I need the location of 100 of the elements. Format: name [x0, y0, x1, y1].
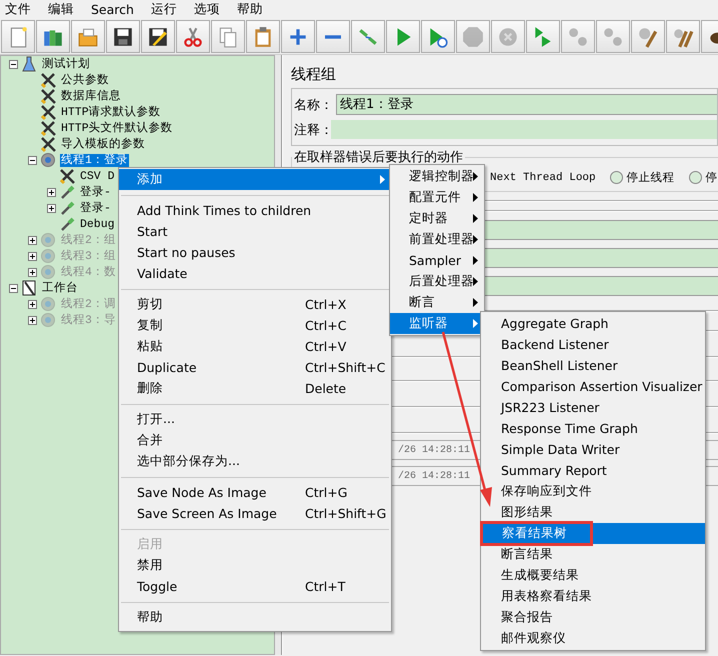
menu-item[interactable]: Toggle Ctrl+T: [119, 576, 391, 597]
new-file-button[interactable]: [1, 20, 35, 53]
submenu-arrow-icon: [473, 298, 478, 307]
menu-item[interactable]: 断言: [390, 292, 484, 313]
templates-button[interactable]: [36, 20, 70, 53]
tree-item[interactable]: CSV D: [79, 170, 116, 182]
menu-item[interactable]: Aggregate Graph: [481, 313, 705, 334]
menu-bar-item[interactable]: 帮助: [236, 1, 263, 18]
brooms-button[interactable]: [666, 20, 700, 53]
workbench-icon: [21, 280, 37, 296]
menu-item[interactable]: Save Node As Image Ctrl+G: [119, 482, 391, 503]
menu-item[interactable]: 聚合报告: [481, 607, 705, 628]
tree-item[interactable]: 登录-: [79, 186, 112, 198]
menu-item[interactable]: 前置处理器: [390, 229, 484, 250]
menu-item[interactable]: 察看结果树: [482, 523, 705, 544]
tree-item[interactable]: 导入模板的参数: [60, 138, 146, 150]
menu-item[interactable]: Backend Listener: [481, 334, 705, 355]
save-as-icon: [147, 26, 169, 48]
menu-item[interactable]: Summary Report: [481, 460, 705, 481]
radio-label: Next Thread Loop: [490, 172, 596, 184]
menu-item[interactable]: 剪切 Ctrl+X: [119, 294, 391, 315]
menu-item[interactable]: Comparison Assertion Visualizer: [481, 376, 705, 397]
shortcut-label: Ctrl+G: [305, 485, 348, 500]
menu-item[interactable]: Save Screen As Image Ctrl+Shift+G: [119, 503, 391, 524]
menu-item[interactable]: 复制 Ctrl+C: [119, 315, 391, 336]
submenu-arrow-icon: [473, 277, 478, 286]
tree-item[interactable]: 登录-: [79, 202, 112, 214]
menu-item[interactable]: 后置处理器: [390, 271, 484, 292]
menu-item[interactable]: 保存响应到文件: [481, 481, 705, 502]
menu-item[interactable]: 图形结果: [481, 502, 705, 523]
collapse-icon[interactable]: [9, 60, 18, 68]
submenu-arrow-icon: [473, 319, 478, 328]
open-folder-button[interactable]: [71, 20, 105, 53]
timestamp: /26 14:28:11: [398, 470, 470, 482]
toggle-button[interactable]: [351, 20, 385, 53]
radio-button[interactable]: [610, 171, 623, 184]
menu-item[interactable]: 帮助: [119, 607, 391, 628]
scissors-button[interactable]: [176, 20, 210, 53]
expand-icon[interactable]: [47, 204, 56, 212]
broom-icon: [637, 26, 659, 48]
tree-item[interactable]: Debug: [79, 218, 116, 230]
menu-bar-item[interactable]: 文件: [5, 1, 31, 18]
menu-item[interactable]: 粘贴 Ctrl+V: [119, 336, 391, 357]
menu-item[interactable]: 打开...: [119, 409, 391, 430]
menu-item[interactable]: 配置元件: [390, 187, 484, 208]
menu-item[interactable]: Simple Data Writer: [481, 439, 705, 460]
menu-item[interactable]: 用表格察看结果: [481, 586, 705, 607]
menu-item[interactable]: Add Think Times to children: [119, 200, 391, 221]
tree-item[interactable]: 公共参数: [60, 74, 110, 86]
tree-item[interactable]: HTTP请求默认参数: [60, 106, 162, 118]
thread-icon: [40, 248, 56, 264]
menu-item[interactable]: 邮件观察仪: [481, 628, 705, 649]
save-as-button[interactable]: [141, 20, 175, 53]
sampler-icon: [59, 216, 75, 232]
menu-item[interactable]: Duplicate Ctrl+Shift+C: [119, 357, 391, 378]
name-field[interactable]: 线程1：登录: [336, 94, 717, 115]
menu-item[interactable]: 生成概要结果: [481, 565, 705, 586]
broom-button[interactable]: [631, 20, 665, 53]
minus-button[interactable]: [316, 20, 350, 53]
menu-item[interactable]: 选中部分保存为...: [119, 451, 391, 472]
menu-item[interactable]: 删除 Delete: [119, 378, 391, 399]
tree-item[interactable]: 数据库信息: [60, 90, 122, 102]
paste-button[interactable]: [246, 20, 280, 53]
menu-item[interactable]: 定时器: [390, 208, 484, 229]
tree-item[interactable]: 工作台: [41, 282, 79, 294]
config-icon: [40, 88, 56, 104]
tree-item[interactable]: 测试计划: [41, 58, 91, 70]
plus-button[interactable]: [281, 20, 315, 53]
menu-item[interactable]: Response Time Graph: [481, 418, 705, 439]
menu-bar-item[interactable]: 编辑: [48, 1, 74, 18]
menu-bar-item[interactable]: 运行: [150, 1, 177, 18]
menu-item[interactable]: Start no pauses: [119, 242, 391, 263]
save-button[interactable]: [106, 20, 140, 53]
submenu-arrow-icon: [473, 193, 478, 202]
expand-icon[interactable]: [47, 188, 56, 196]
menu-bar-item[interactable]: 选项: [194, 1, 220, 18]
remote-start-button[interactable]: [526, 20, 560, 53]
menu-item[interactable]: BeanShell Listener: [481, 355, 705, 376]
save-icon: [112, 26, 134, 48]
submenu-arrow-icon: [473, 256, 478, 265]
collapse-icon[interactable]: [9, 284, 18, 292]
menu-item[interactable]: JSR223 Listener: [481, 397, 705, 418]
menu-item[interactable]: Start: [119, 221, 391, 242]
play-no-pauses-button[interactable]: [421, 20, 455, 53]
menu-item[interactable]: Sampler: [390, 250, 484, 271]
menu-item[interactable]: 断言结果: [481, 544, 705, 565]
collapse-icon[interactable]: [28, 156, 37, 164]
radio-button[interactable]: [688, 171, 702, 184]
copy-button[interactable]: [211, 20, 245, 53]
tree-item[interactable]: 线程1：登录: [60, 154, 129, 166]
comment-field[interactable]: [331, 120, 717, 139]
play-button[interactable]: [386, 20, 420, 53]
menu-item[interactable]: 添加: [119, 169, 391, 190]
name-label: 名称：: [294, 96, 334, 114]
menu-item[interactable]: Validate: [119, 263, 391, 284]
menu-bar-item[interactable]: Search: [91, 2, 134, 17]
menu-item[interactable]: 合并: [119, 430, 391, 451]
menu-item[interactable]: 禁用: [119, 555, 391, 576]
tree-item[interactable]: HTTP头文件默认参数: [60, 122, 174, 134]
menu-item[interactable]: 逻辑控制器: [390, 166, 484, 187]
